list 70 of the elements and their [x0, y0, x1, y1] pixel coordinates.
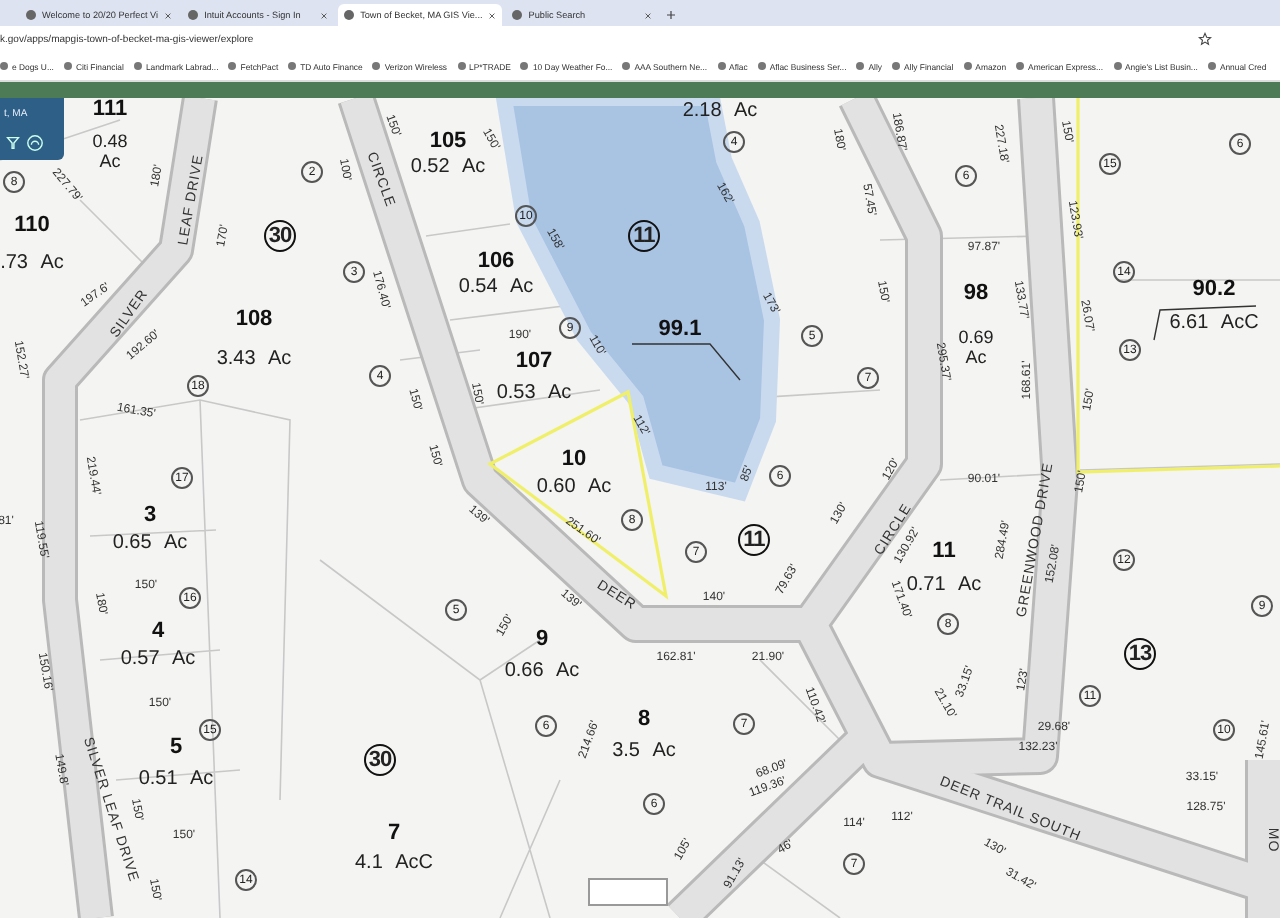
block-number: 11 [738, 524, 770, 556]
site-icon [1113, 62, 1122, 70]
parcel-area: 0.66 Ac [504, 662, 580, 682]
parcel-area: 0.71 Ac [906, 576, 982, 596]
parcel-number: 7 [387, 823, 401, 845]
leader-line [631, 343, 741, 381]
site-icon [26, 10, 36, 20]
site-icon [188, 10, 199, 20]
parcel-area: .73 Ac [0, 254, 64, 274]
parcel-number: 9 [535, 629, 549, 651]
site-icon [344, 10, 355, 20]
parcel-area: 0.69 Ac [956, 327, 996, 369]
parcel-number: 11 [932, 541, 956, 563]
parcel-number: 8 [637, 709, 651, 731]
new-tab-icon[interactable] [666, 10, 677, 20]
star-icon[interactable] [1198, 32, 1212, 46]
site-icon [288, 62, 297, 70]
block-number: 30 [264, 220, 296, 252]
site-icon [622, 62, 631, 70]
site-icon [856, 62, 865, 70]
parcel-area: 0.57 Ac [120, 650, 196, 670]
parcel-area: 0.51 Ac [138, 770, 214, 790]
parcel-number: 107 [515, 351, 553, 373]
close-icon[interactable] [644, 11, 653, 19]
parcel-area: 0.60 Ac [536, 478, 612, 498]
parcel-number: 3 [143, 505, 157, 527]
site-icon [372, 62, 381, 70]
leader-line [1153, 305, 1257, 341]
parcel-number: 106 [477, 251, 515, 273]
parcel-area: 3.5 Ac [612, 742, 676, 762]
site-icon [963, 62, 972, 70]
site-icon [520, 62, 529, 70]
site-icon [457, 62, 466, 70]
parcel-number: 99.1 [658, 319, 702, 341]
parcel-number: 10 [561, 449, 587, 471]
filter-icon[interactable] [4, 133, 22, 151]
parcel-area: 3.43 Ac [216, 350, 292, 370]
parcel-area: 0.54 Ac [458, 278, 534, 298]
site-icon [757, 62, 766, 70]
parcel-area: 0.65 Ac [112, 534, 188, 554]
site-icon [228, 62, 237, 70]
site-icon [892, 62, 900, 70]
parcel-area: 0.53 Ac [496, 384, 572, 404]
site-icon [63, 62, 72, 70]
site-icon [0, 62, 8, 70]
block-number: 11 [628, 220, 660, 252]
parcel-number: 5 [169, 737, 183, 759]
parcel-number: 111 [92, 99, 128, 121]
parcel-number: 105 [429, 131, 467, 153]
parcel-number: 110 [14, 215, 50, 237]
site-icon [1207, 62, 1216, 70]
parcel-number: 98 [963, 283, 989, 305]
block-number: 13 [1124, 638, 1156, 670]
close-icon[interactable] [488, 11, 497, 19]
scale-bar [588, 878, 668, 906]
site-icon [717, 62, 726, 70]
parcel-number: 4 [151, 621, 165, 643]
parcel-area: 0.48 Ac [90, 131, 130, 173]
parcel-number: 90.2 [1192, 279, 1236, 301]
site-icon [1016, 62, 1025, 70]
block-number: 30 [364, 744, 396, 776]
parcel-number: 108 [235, 309, 273, 331]
parcel-area: 2.18 Ac [682, 102, 758, 122]
parcel-area: 0.52 Ac [410, 158, 486, 178]
site-icon [512, 10, 523, 20]
parcel-area: 4.1 AcC [354, 854, 434, 874]
site-icon [133, 62, 142, 70]
parcel-area: 6.61 AcC [1169, 314, 1259, 334]
close-icon[interactable] [320, 11, 329, 19]
close-icon[interactable] [164, 11, 173, 19]
